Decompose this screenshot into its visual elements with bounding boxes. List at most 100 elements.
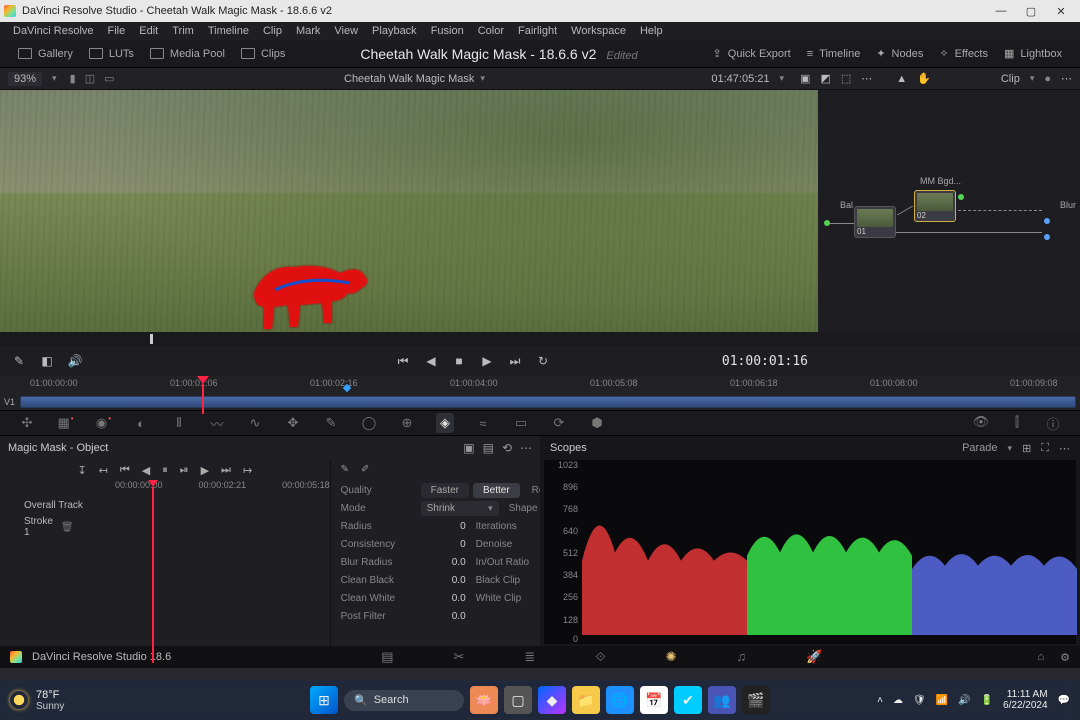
menu-clip[interactable]: Clip bbox=[256, 25, 289, 37]
timeline-playhead[interactable] bbox=[197, 376, 209, 384]
clip-name[interactable]: Cheetah Walk Magic Mask bbox=[344, 73, 474, 85]
page-media-icon[interactable]: ▤ bbox=[381, 649, 393, 665]
palette-info-icon[interactable]: ⓘ bbox=[1044, 414, 1062, 433]
palette-rgb-mixer-icon[interactable]: ⫴ bbox=[170, 415, 188, 431]
mm-track-next-button[interactable]: ⏭ bbox=[221, 464, 231, 477]
palette-3d-icon[interactable]: ⬢ bbox=[588, 415, 606, 431]
palette-eyedropper-icon[interactable]: ✎ bbox=[322, 415, 340, 431]
clean-white-field[interactable]: 0.0 bbox=[421, 593, 466, 604]
palette-hdr-icon[interactable]: ◐ bbox=[132, 416, 150, 431]
palette-camera-raw-icon[interactable]: ✣ bbox=[18, 415, 36, 431]
taskbar-clock[interactable]: 11:11 AM 6/22/2024 bbox=[1003, 689, 1048, 711]
menu-timeline[interactable]: Timeline bbox=[201, 25, 256, 37]
taskbar-explorer[interactable]: 📁 bbox=[572, 686, 600, 714]
node-dot-icon[interactable]: ● bbox=[1044, 73, 1051, 85]
viewer-timecode[interactable]: 01:00:01:16 bbox=[722, 354, 1068, 369]
stop-button[interactable]: ■ bbox=[452, 354, 466, 368]
home-icon[interactable]: ⌂ bbox=[1037, 651, 1044, 664]
view-single-icon[interactable]: ▮ bbox=[67, 73, 79, 85]
mm-options-icon[interactable]: ⋯ bbox=[520, 441, 532, 455]
tray-chevron-icon[interactable]: ˄ bbox=[877, 695, 883, 706]
palette-sizing-icon[interactable]: ⟳ bbox=[550, 415, 568, 431]
palette-wheels-icon[interactable]: ◉ bbox=[94, 415, 112, 431]
mm-track-fwd-button[interactable]: ▶ bbox=[201, 464, 209, 477]
menu-view[interactable]: View bbox=[327, 25, 365, 37]
nodes-button[interactable]: ✦Nodes bbox=[868, 44, 931, 63]
page-cut-icon[interactable]: ✂ bbox=[454, 649, 465, 665]
scopes-options-icon[interactable]: ⋯ bbox=[1059, 442, 1070, 455]
palette-magic-mask-icon[interactable]: ◈ bbox=[436, 413, 454, 433]
mm-track-one-fwd-icon[interactable]: ↦ bbox=[243, 464, 252, 477]
timeline-clip[interactable] bbox=[20, 396, 1076, 408]
unmix-icon[interactable]: ◧ bbox=[40, 354, 54, 368]
prev-clip-button[interactable]: ⏮ bbox=[396, 354, 410, 368]
palette-qualifier-icon[interactable]: ✥ bbox=[284, 415, 302, 431]
node-output-port[interactable] bbox=[1044, 218, 1050, 224]
luts-button[interactable]: LUTs bbox=[81, 45, 142, 63]
zoom-level[interactable]: 93% bbox=[8, 72, 42, 86]
scopes-parade[interactable]: 1023 896 768 640 512 384 256 128 0 bbox=[544, 460, 1076, 644]
hand-tool-icon[interactable]: ✋ bbox=[917, 72, 931, 85]
taskbar-todo[interactable]: ✔ bbox=[674, 686, 702, 714]
view-dual-icon[interactable]: ◫ bbox=[82, 73, 98, 85]
palette-key-icon[interactable]: ▭ bbox=[512, 415, 530, 431]
mm-track-prev-button[interactable]: ⏮ bbox=[120, 464, 130, 477]
menu-file[interactable]: File bbox=[101, 25, 133, 37]
node-mode[interactable]: Clip bbox=[1001, 73, 1020, 85]
mm-mode-b-icon[interactable]: ▤ bbox=[483, 441, 494, 455]
menu-help[interactable]: Help bbox=[633, 25, 670, 37]
taskbar-edge[interactable]: 🌐 bbox=[606, 686, 634, 714]
mm-stroke-1[interactable]: Stroke 1🗑 bbox=[0, 516, 330, 538]
palette-blur-icon[interactable]: ≈ bbox=[474, 416, 492, 431]
palette-curves-icon[interactable]: 〰 bbox=[208, 414, 226, 433]
mm-track-all-back-icon[interactable]: ↧ bbox=[77, 464, 86, 477]
taskbar-teams[interactable]: 👥 bbox=[708, 686, 736, 714]
menu-trim[interactable]: Trim bbox=[165, 25, 201, 37]
tray-onedrive-icon[interactable]: ☁ bbox=[893, 695, 903, 706]
menu-edit[interactable]: Edit bbox=[132, 25, 165, 37]
menu-davinci[interactable]: DaVinci Resolve bbox=[6, 25, 101, 37]
view-cinema-icon[interactable]: ▭ bbox=[101, 73, 117, 85]
radius-field[interactable]: 0 bbox=[421, 521, 466, 532]
tray-notifications-icon[interactable]: 💬 bbox=[1058, 695, 1070, 706]
step-back-button[interactable]: ◀ bbox=[424, 354, 438, 368]
start-button[interactable]: ⊞ bbox=[310, 686, 338, 714]
gallery-button[interactable]: Gallery bbox=[10, 45, 81, 63]
menu-fairlight[interactable]: Fairlight bbox=[511, 25, 564, 37]
menu-mark[interactable]: Mark bbox=[289, 25, 327, 37]
effects-button[interactable]: ✧Effects bbox=[931, 44, 996, 63]
mm-mode-a-icon[interactable]: ▣ bbox=[463, 441, 474, 455]
play-button[interactable]: ▶ bbox=[480, 354, 494, 368]
node-editor[interactable]: Bal MM Bgd... Blur 01 02 bbox=[818, 90, 1080, 332]
blur-radius-field[interactable]: 0.0 bbox=[421, 557, 466, 568]
taskbar-taskview[interactable]: ▢ bbox=[504, 686, 532, 714]
palette-color-checker-icon[interactable]: ▦ bbox=[56, 415, 74, 431]
window-close-button[interactable]: ✕ bbox=[1046, 0, 1076, 22]
taskbar-copilot[interactable]: ◆ bbox=[538, 686, 566, 714]
tray-battery-icon[interactable]: 🔋 bbox=[981, 695, 993, 706]
scrub-playhead[interactable] bbox=[150, 334, 153, 344]
project-settings-icon[interactable]: ⚙ bbox=[1060, 651, 1070, 664]
timeline-button[interactable]: ≡Timeline bbox=[799, 45, 869, 63]
taskbar-resolve[interactable]: 🎬 bbox=[742, 686, 770, 714]
mm-track-back-button[interactable]: ◀ bbox=[142, 464, 150, 477]
page-edit-icon[interactable]: ≣ bbox=[524, 649, 535, 665]
image-wipe-icon[interactable]: ▣ bbox=[800, 72, 810, 85]
taskbar-calendar[interactable]: 📅 bbox=[640, 686, 668, 714]
scopes-layout-icon[interactable]: ⊞ bbox=[1022, 442, 1031, 455]
media-pool-button[interactable]: Media Pool bbox=[142, 45, 233, 63]
quality-better[interactable]: Better bbox=[473, 483, 520, 498]
quality-faster[interactable]: Faster bbox=[421, 483, 469, 498]
post-filter-field[interactable]: 0.0 bbox=[421, 611, 466, 622]
lightbox-button[interactable]: ▦Lightbox bbox=[996, 44, 1070, 63]
picker-icon[interactable]: ✎ bbox=[12, 354, 26, 368]
mode-select[interactable]: Shrink▾ bbox=[421, 501, 499, 516]
mm-overall-track[interactable]: Overall Track bbox=[0, 494, 330, 516]
taskbar-search[interactable]: 🔍Search bbox=[344, 690, 464, 711]
pointer-tool-icon[interactable]: ▲ bbox=[896, 73, 907, 85]
page-color-icon[interactable]: ✺ bbox=[666, 649, 677, 665]
viewer-scrub-bar[interactable] bbox=[0, 332, 1080, 346]
taskbar-weather[interactable]: 78°F Sunny bbox=[10, 689, 64, 712]
node-output-port2[interactable] bbox=[1044, 234, 1050, 240]
mm-track-one-back-icon[interactable]: ↤ bbox=[99, 464, 108, 477]
